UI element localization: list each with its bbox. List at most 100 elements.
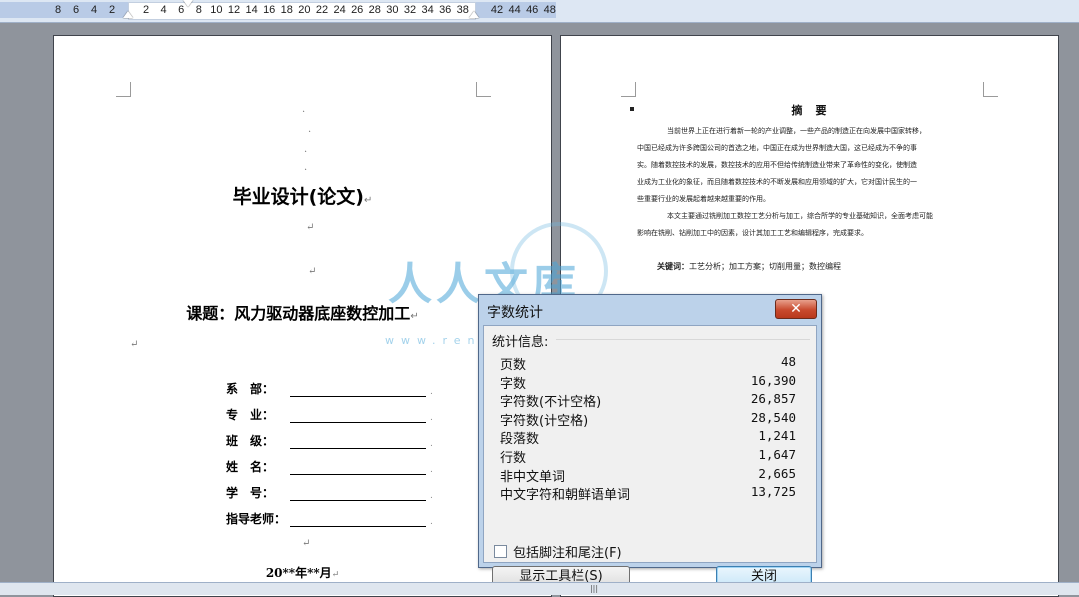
ruler-number: 42 [490,4,504,16]
paragraph-mark: . [430,517,433,527]
section-divider [556,339,810,340]
form-field-label: 专 业： [226,408,275,422]
paragraph-mark: . [430,413,433,423]
left-indent-marker[interactable] [123,11,133,18]
form-field-row: 指导老师：. [226,509,433,527]
stat-value: 1,647 [758,447,796,462]
ruler-number: 8 [54,4,62,16]
stat-row: 页数 48 [500,354,796,373]
cover-date: 20**年**月↵ [265,566,340,580]
checkbox-box[interactable] [494,545,507,558]
abstract-line: 实。随着数控技术的发展，数控技术的应用不但给传统制造业带来了革命性的变化，使制造 [637,161,917,169]
stat-label: 中文字符和朝鲜语单词 [500,488,631,504]
keywords-line: 关键词：工艺分析；加工方案；切削用量；数控编程 [657,262,841,271]
margin-corner [983,82,998,97]
ruler-number: 38 [456,4,469,16]
include-footnotes-checkbox[interactable]: 包括脚注和尾注(F) [494,542,622,561]
word-count-dialog[interactable]: 字数统计 ✕ 统计信息: 页数 48 字数 16,390 字符数(不计空格) 26,857… [478,294,822,588]
form-field-label: 班 级： [226,434,275,448]
paragraph-mark: . [302,104,306,115]
margin-corner [476,82,491,97]
abstract-line: 影响在铣削、钻削加工中的因素，设计其加工工艺和编辑程序，完成要求。 [637,229,868,237]
ruler-number: 2 [108,4,116,16]
form-field-underline[interactable] [290,488,426,501]
right-indent-marker[interactable] [469,11,479,18]
stat-row: 非中文单词 2,665 [500,466,796,485]
margin-corner [621,82,636,97]
abstract-line: 当前世界上正在进行着新一轮的产业调整，一些产品的制造正在向发展中国家转移， [667,127,926,135]
stat-label: 非中文单词 [500,469,566,485]
ruler-number: 28 [368,4,381,16]
stat-label: 字数 [500,376,527,392]
dialog-body: 统计信息: 页数 48 字数 16,390 字符数(不计空格) 26,857 字符数(计空格… [483,325,817,588]
ruler-number: 34 [421,4,434,16]
form-field-label: 指导老师： [226,512,287,526]
abstract-heading: 摘 要 [791,104,828,117]
form-field-underline[interactable] [290,410,426,423]
ruler-number: 4 [160,4,167,16]
stat-row: 中文字符和朝鲜语单词 13,725 [500,484,796,504]
stat-label: 字符数(不计空格) [500,395,602,411]
ruler-number: 4 [90,4,98,16]
ruler-number: 12 [227,4,241,16]
stat-row: 字数 16,390 [500,372,796,392]
ruler-number: 48 [543,4,556,16]
form-field-underline[interactable] [290,384,426,397]
stat-label: 段落数 [500,432,540,448]
ruler-number: 16 [263,4,276,16]
stat-value: 26,857 [750,391,796,407]
paragraph-mark: . [308,124,312,135]
stat-row: 段落数 1,241 [500,428,796,448]
stat-label: 行数 [500,451,527,466]
paragraph-mark: ↵ [308,266,317,277]
statistics-label: 统计信息: [492,335,549,350]
abstract-line: 本文主要通过铣削加工数控工艺分析与加工，综合所学的专业基础知识，全面考虑可能 [667,212,933,220]
form-field-underline[interactable] [290,436,426,449]
ruler-number: 2 [142,4,150,16]
ruler-number: 36 [439,4,452,16]
stat-label: 字符数(计空格) [500,413,589,429]
form-field-label: 学 号： [226,486,275,500]
paragraph-mark: . [430,387,433,397]
ruler-number: 8 [195,4,202,16]
paragraph-mark: . [304,144,308,155]
paragraph-mark: . [430,491,433,501]
first-line-indent-marker[interactable] [183,0,193,7]
form-field-underline[interactable] [290,462,426,475]
stat-value: 13,725 [750,484,796,500]
dialog-titlebar[interactable]: 字数统计 ✕ [479,295,821,325]
dialog-title: 字数统计 [487,305,543,321]
stat-value: 28,540 [750,409,796,425]
ruler-number: 22 [315,4,329,16]
paragraph-mark: ↵ [306,222,315,233]
ruler-number: 32 [403,4,417,16]
form-field-row: 姓 名：. [226,457,433,475]
stat-value: 16,390 [750,372,796,388]
form-field-label: 姓 名： [226,460,275,474]
paragraph-mark: ↵ [130,339,139,350]
horizontal-ruler[interactable]: 8 6 4 2 2 4 6 8 10 12 14 16 18 20 22 24 26 28 30 32 34 36 38 42… [0,0,1079,23]
ruler-number: 44 [508,4,521,16]
scrollbar-grip-icon[interactable]: ||| [589,585,599,593]
stat-value: 1,241 [758,428,796,444]
stat-row: 字符数(计空格) 28,540 [500,409,796,429]
ruler-number: 10 [210,4,223,16]
paragraph-mark: . [430,439,433,449]
thesis-title: 毕业设计(论文)↵ [232,186,373,208]
stat-label: 页数 [500,358,527,373]
ruler-number: 24 [333,4,346,16]
form-field-row: 系 部：. [226,379,433,397]
ruler-number: 26 [351,4,364,16]
ruler-number: 14 [245,4,258,16]
form-field-row: 专 业：. [226,405,433,423]
paragraph-mark: ↵ [302,538,311,549]
ruler-number: 46 [526,4,539,16]
form-field-underline[interactable] [290,514,426,527]
abstract-line: 些重要行业的发展起着越来越重要的作用。 [637,195,770,203]
horizontal-scrollbar[interactable]: ||| [0,582,1079,595]
abstract-line: 中国已经成为许多跨国公司的首选之地，中国正在成为世界制造大国，这已经成为不争的事 [637,144,917,152]
dialog-close-icon[interactable]: ✕ [775,299,817,319]
stat-row: 行数 1,647 [500,447,796,466]
ruler-number: 6 [72,4,80,16]
checkbox-label: 包括脚注和尾注(F) [513,546,622,561]
